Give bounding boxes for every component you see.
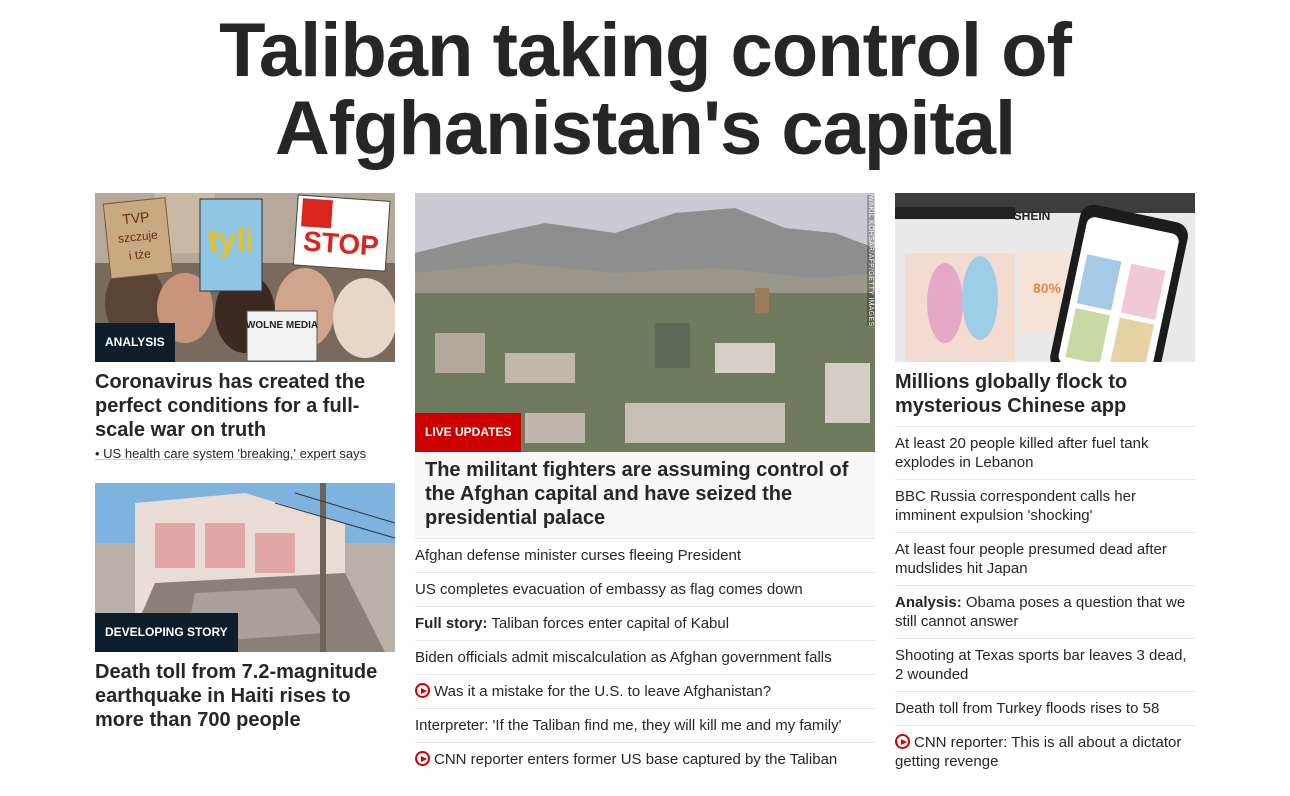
video-play-icon xyxy=(415,751,430,766)
shein-app-image: SHEIN 80% xyxy=(895,193,1195,362)
list-item-text: CNN reporter: This is all about a dictat… xyxy=(895,734,1182,770)
list-item-text: Shooting at Texas sports bar leaves 3 de… xyxy=(895,647,1187,683)
svg-text:tyli: tyli xyxy=(208,222,254,258)
list-item-text: Death toll from Turkey floods rises to 5… xyxy=(895,700,1160,717)
earthquake-photo[interactable]: DEVELOPING STORY xyxy=(95,483,395,652)
developing-story-badge: DEVELOPING STORY xyxy=(95,613,238,652)
list-item-text: CNN reporter enters former US base captu… xyxy=(434,751,838,768)
svg-text:STOP: STOP xyxy=(302,225,380,261)
list-item[interactable]: Full story: Taliban forces enter capital… xyxy=(415,606,875,640)
analysis-badge: ANALYSIS xyxy=(95,323,175,362)
list-item[interactable]: At least four people presumed dead after… xyxy=(895,532,1195,585)
list-item[interactable]: BBC Russia correspondent calls her immin… xyxy=(895,479,1195,532)
story-title-chinese-app[interactable]: Millions globally flock to mysterious Ch… xyxy=(895,370,1195,418)
page-headline[interactable]: Taliban taking control of Afghanistan's … xyxy=(0,12,1290,168)
video-play-icon xyxy=(895,734,910,749)
list-item[interactable]: Afghan defense minister curses fleeing P… xyxy=(415,538,875,572)
related-link-label: US health care system 'breaking,' expert… xyxy=(103,446,367,461)
lead-story-related-list: Afghan defense minister curses fleeing P… xyxy=(415,538,875,776)
list-item-text: Taliban forces enter capital of Kabul xyxy=(491,615,730,632)
lead-story-banner: The militant fighters are assuming contr… xyxy=(415,452,875,538)
list-item-text: At least 20 people killed after fuel tan… xyxy=(895,435,1149,471)
story-title-haiti[interactable]: Death toll from 7.2-magnitude earthquake… xyxy=(95,660,395,732)
svg-text:i tże: i tże xyxy=(128,246,152,262)
list-item-text: At least four people presumed dead after… xyxy=(895,541,1167,577)
list-item-prefix: Full story: xyxy=(415,615,488,632)
photo-credit: WAKIL KOHSAR/AFP/GETTY IMAGES xyxy=(867,195,874,327)
list-item[interactable]: Death toll from Turkey floods rises to 5… xyxy=(895,691,1195,725)
list-item-text: Afghan defense minister curses fleeing P… xyxy=(415,547,742,564)
video-play-icon xyxy=(415,683,430,698)
list-item-text: US completes evacuation of embassy as fl… xyxy=(415,581,803,598)
list-item-text: Was it a mistake for the U.S. to leave A… xyxy=(434,683,772,700)
list-item[interactable]: Was it a mistake for the U.S. to leave A… xyxy=(415,674,875,708)
svg-text:TVP: TVP xyxy=(122,208,151,227)
lead-story-title[interactable]: The militant fighters are assuming contr… xyxy=(425,458,865,530)
list-item-text: BBC Russia correspondent calls her immin… xyxy=(895,488,1136,524)
list-item-text: Interpreter: 'If the Taliban find me, th… xyxy=(415,717,842,734)
right-column: SHEIN 80% Millions globally flock to mys… xyxy=(895,193,1195,778)
kabul-photo[interactable]: WAKIL KOHSAR/AFP/GETTY IMAGES LIVE UPDAT… xyxy=(415,193,875,452)
list-item[interactable]: Biden officials admit miscalculation as … xyxy=(415,640,875,674)
related-link-health-care[interactable]: • US health care system 'breaking,' expe… xyxy=(95,446,395,461)
shein-photo[interactable]: SHEIN 80% xyxy=(895,193,1195,362)
list-item[interactable]: Analysis: Obama poses a question that we… xyxy=(895,585,1195,638)
list-item[interactable]: US completes evacuation of embassy as fl… xyxy=(415,572,875,606)
list-item[interactable]: At least 20 people killed after fuel tan… xyxy=(895,426,1195,479)
right-headline-list: At least 20 people killed after fuel tan… xyxy=(895,426,1195,778)
list-item-text: Biden officials admit miscalculation as … xyxy=(415,649,832,666)
svg-text:WOLNE MEDIA: WOLNE MEDIA xyxy=(246,320,318,331)
shein-brand-text: SHEIN xyxy=(1014,209,1051,223)
protest-photo[interactable]: TVP szczuje i tże tyli STOP WOLNE MEDIA … xyxy=(95,193,395,362)
svg-text:80%: 80% xyxy=(1033,280,1062,296)
live-updates-badge: LIVE UPDATES xyxy=(415,413,522,452)
list-item[interactable]: CNN reporter: This is all about a dictat… xyxy=(895,725,1195,778)
list-item-prefix: Analysis: xyxy=(895,594,962,611)
left-column: TVP szczuje i tże tyli STOP WOLNE MEDIA … xyxy=(95,193,395,732)
list-item[interactable]: Interpreter: 'If the Taliban find me, th… xyxy=(415,708,875,742)
list-item[interactable]: CNN reporter enters former US base captu… xyxy=(415,742,875,776)
list-item[interactable]: Shooting at Texas sports bar leaves 3 de… xyxy=(895,638,1195,691)
story-title-coronavirus[interactable]: Coronavirus has created the perfect cond… xyxy=(95,370,395,442)
middle-column: WAKIL KOHSAR/AFP/GETTY IMAGES LIVE UPDAT… xyxy=(415,193,875,776)
